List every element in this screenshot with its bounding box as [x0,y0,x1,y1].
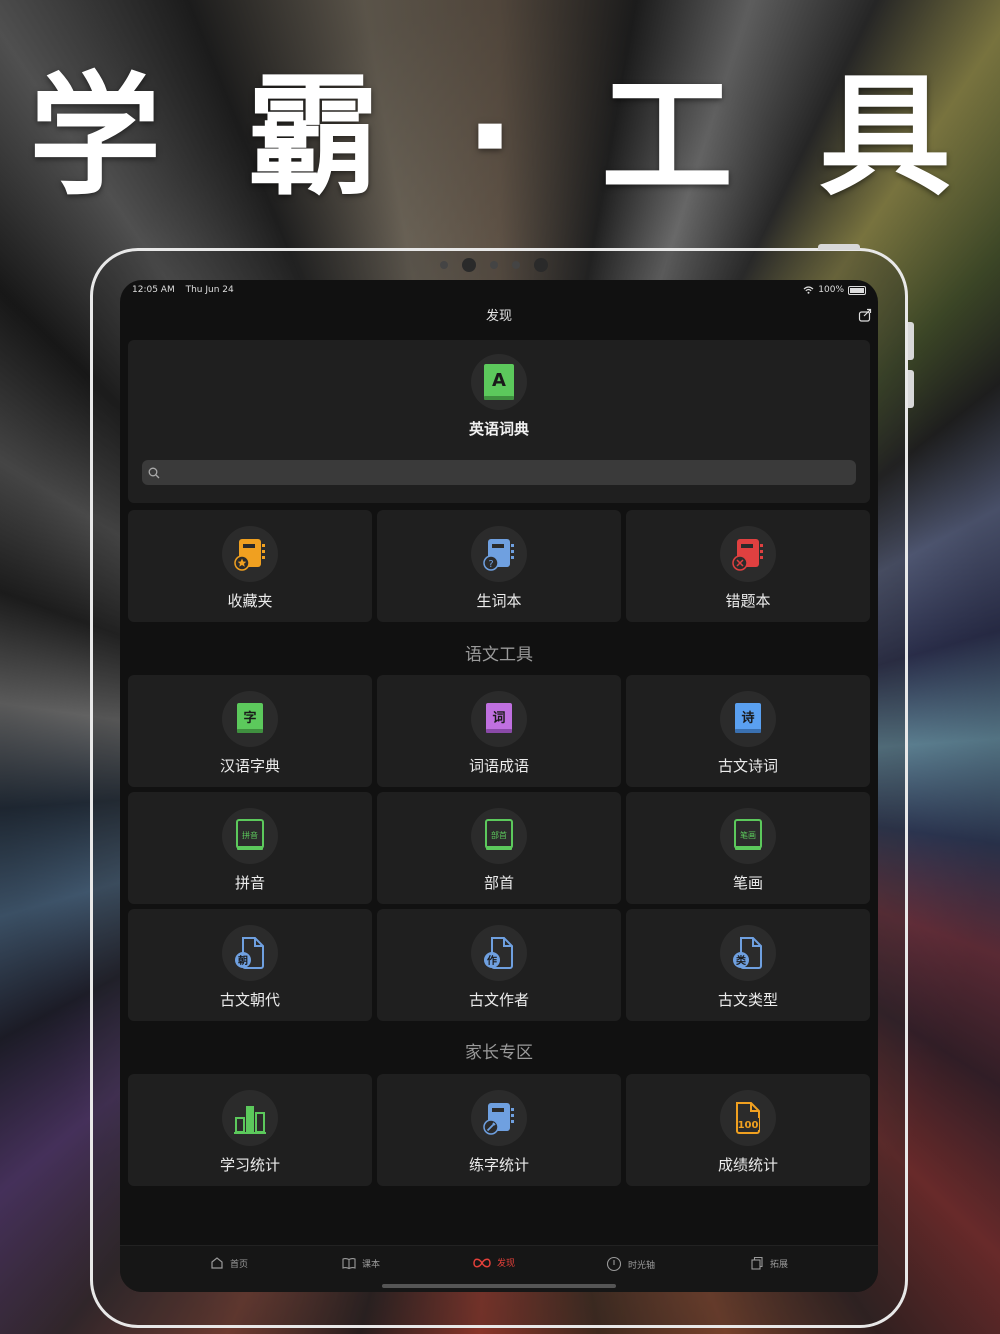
tab-label: 拓展 [770,1259,789,1270]
tab-discover[interactable]: 发现 [473,1256,515,1269]
english-dictionary-letter: A [492,370,506,391]
book-glyph: 部首 [491,830,507,840]
share-icon[interactable] [858,308,872,322]
section-title-parents: 家长专区 [465,1043,533,1063]
book-zi-icon: 字 [222,691,278,747]
tab-label: 发现 [497,1259,516,1269]
promo-headline: 学 霸 · 工 具 [29,60,971,214]
document-glyph: 类 [736,954,746,967]
wifi-icon [803,286,814,294]
status-bar: 12:05 AM Thu Jun 24 100% [132,282,866,298]
app-screen: 12:05 AM Thu Jun 24 100% 发现 A 英语词典 收藏夹 ?… [120,280,878,1292]
search-input[interactable] [166,464,856,481]
tile-classical-author[interactable]: 作 古文作者 [377,909,621,1021]
english-dictionary-icon: A [471,354,527,410]
battery-percent: 100% [818,285,844,295]
tab-home[interactable]: 首页 [210,1256,248,1270]
copy-icon [751,1256,763,1270]
question-notebook-icon: ? [471,526,527,582]
tile-label: 生词本 [476,592,522,610]
book-icon [342,1258,356,1270]
tab-bar: 首页 课本 发现 时光轴 拓展 [120,1245,878,1292]
tile-label: 拼音 [234,874,265,892]
book-ci-icon: 词 [471,691,527,747]
tile-study-stats[interactable]: 学习统计 [128,1074,372,1186]
book-glyph: 词 [492,711,505,726]
search-bar[interactable] [142,460,856,485]
book-glyph: 笔画 [740,830,756,840]
book-glyph: 字 [243,710,256,726]
status-date: Thu Jun 24 [185,285,234,295]
book-glyph: 诗 [741,710,754,726]
tile-label: 古文类型 [717,991,778,1009]
book-stroke-icon: 笔画 [720,808,776,864]
tile-label: 学习统计 [219,1156,280,1174]
battery-icon [848,285,866,295]
status-time: 12:05 AM [132,285,175,295]
book-glyph: 拼音 [242,830,258,840]
tile-label: 笔画 [732,874,763,892]
document-dynasty-icon: 朝 [222,925,278,981]
svg-text:?: ? [488,559,493,570]
home-indicator [382,1284,616,1288]
book-pinyin-icon: 拼音 [222,808,278,864]
tile-label: 古文朝代 [219,991,280,1009]
infinity-icon [473,1258,491,1267]
tile-label: 古文作者 [468,991,529,1009]
tile-classical-poetry[interactable]: 诗 古文诗词 [626,675,870,787]
star-notebook-icon [222,526,278,582]
document-author-icon: 作 [471,925,527,981]
tab-label: 课本 [362,1259,381,1270]
tile-label: 词语成语 [468,757,529,775]
score-100-icon: 100 [720,1090,776,1146]
english-dictionary-label: 英语词典 [468,420,529,438]
document-glyph: 朝 [238,954,248,967]
english-dictionary-card[interactable]: A 英语词典 [128,340,870,503]
tile-label: 汉语字典 [219,757,280,775]
tile-writing-stats[interactable]: 练字统计 [377,1074,621,1186]
tile-label: 收藏夹 [227,592,273,610]
book-shi-icon: 诗 [720,691,776,747]
tab-timeline[interactable]: 时光轴 [606,1256,655,1272]
cross-notebook-icon [720,526,776,582]
tile-classical-dynasty[interactable]: 朝 古文朝代 [128,909,372,1021]
tile-label: 部首 [483,874,514,892]
tile-favorites[interactable]: 收藏夹 [128,510,372,622]
tile-chinese-dictionary[interactable]: 字 汉语字典 [128,675,372,787]
tablet-volume-down [908,370,914,408]
document-type-icon: 类 [720,925,776,981]
tile-label: 错题本 [725,592,771,610]
tile-score-stats[interactable]: 100 成绩统计 [626,1074,870,1186]
tab-extend[interactable]: 拓展 [750,1256,788,1270]
tab-label: 首页 [230,1259,249,1270]
timeline-icon [606,1256,622,1272]
tile-radicals[interactable]: 部首 部首 [377,792,621,904]
tablet-volume-up [908,322,914,360]
tile-vocabulary[interactable]: ? 生词本 [377,510,621,622]
search-icon [148,467,160,478]
home-icon [211,1257,223,1269]
tablet-camera [440,258,548,272]
tab-label: 时光轴 [628,1260,656,1271]
pencil-notebook-icon [471,1090,527,1146]
score-glyph: 100 [738,1120,759,1131]
tile-classical-type[interactable]: 类 古文类型 [626,909,870,1021]
tile-label: 成绩统计 [717,1156,778,1174]
tile-label: 练字统计 [468,1156,529,1174]
section-title-chinese-tools: 语文工具 [465,645,533,665]
tablet-top-button [818,244,860,250]
tile-label: 古文诗词 [717,757,778,775]
tile-words-idioms[interactable]: 词 词语成语 [377,675,621,787]
tab-textbook[interactable]: 课本 [342,1256,380,1270]
document-glyph: 作 [487,954,497,967]
tile-mistakes[interactable]: 错题本 [626,510,870,622]
nav-bar: 发现 [120,304,878,330]
tile-strokes[interactable]: 笔画 笔画 [626,792,870,904]
page-title: 发现 [485,309,512,324]
book-radical-icon: 部首 [471,808,527,864]
bar-chart-icon [222,1090,278,1146]
tile-pinyin[interactable]: 拼音 拼音 [128,792,372,904]
